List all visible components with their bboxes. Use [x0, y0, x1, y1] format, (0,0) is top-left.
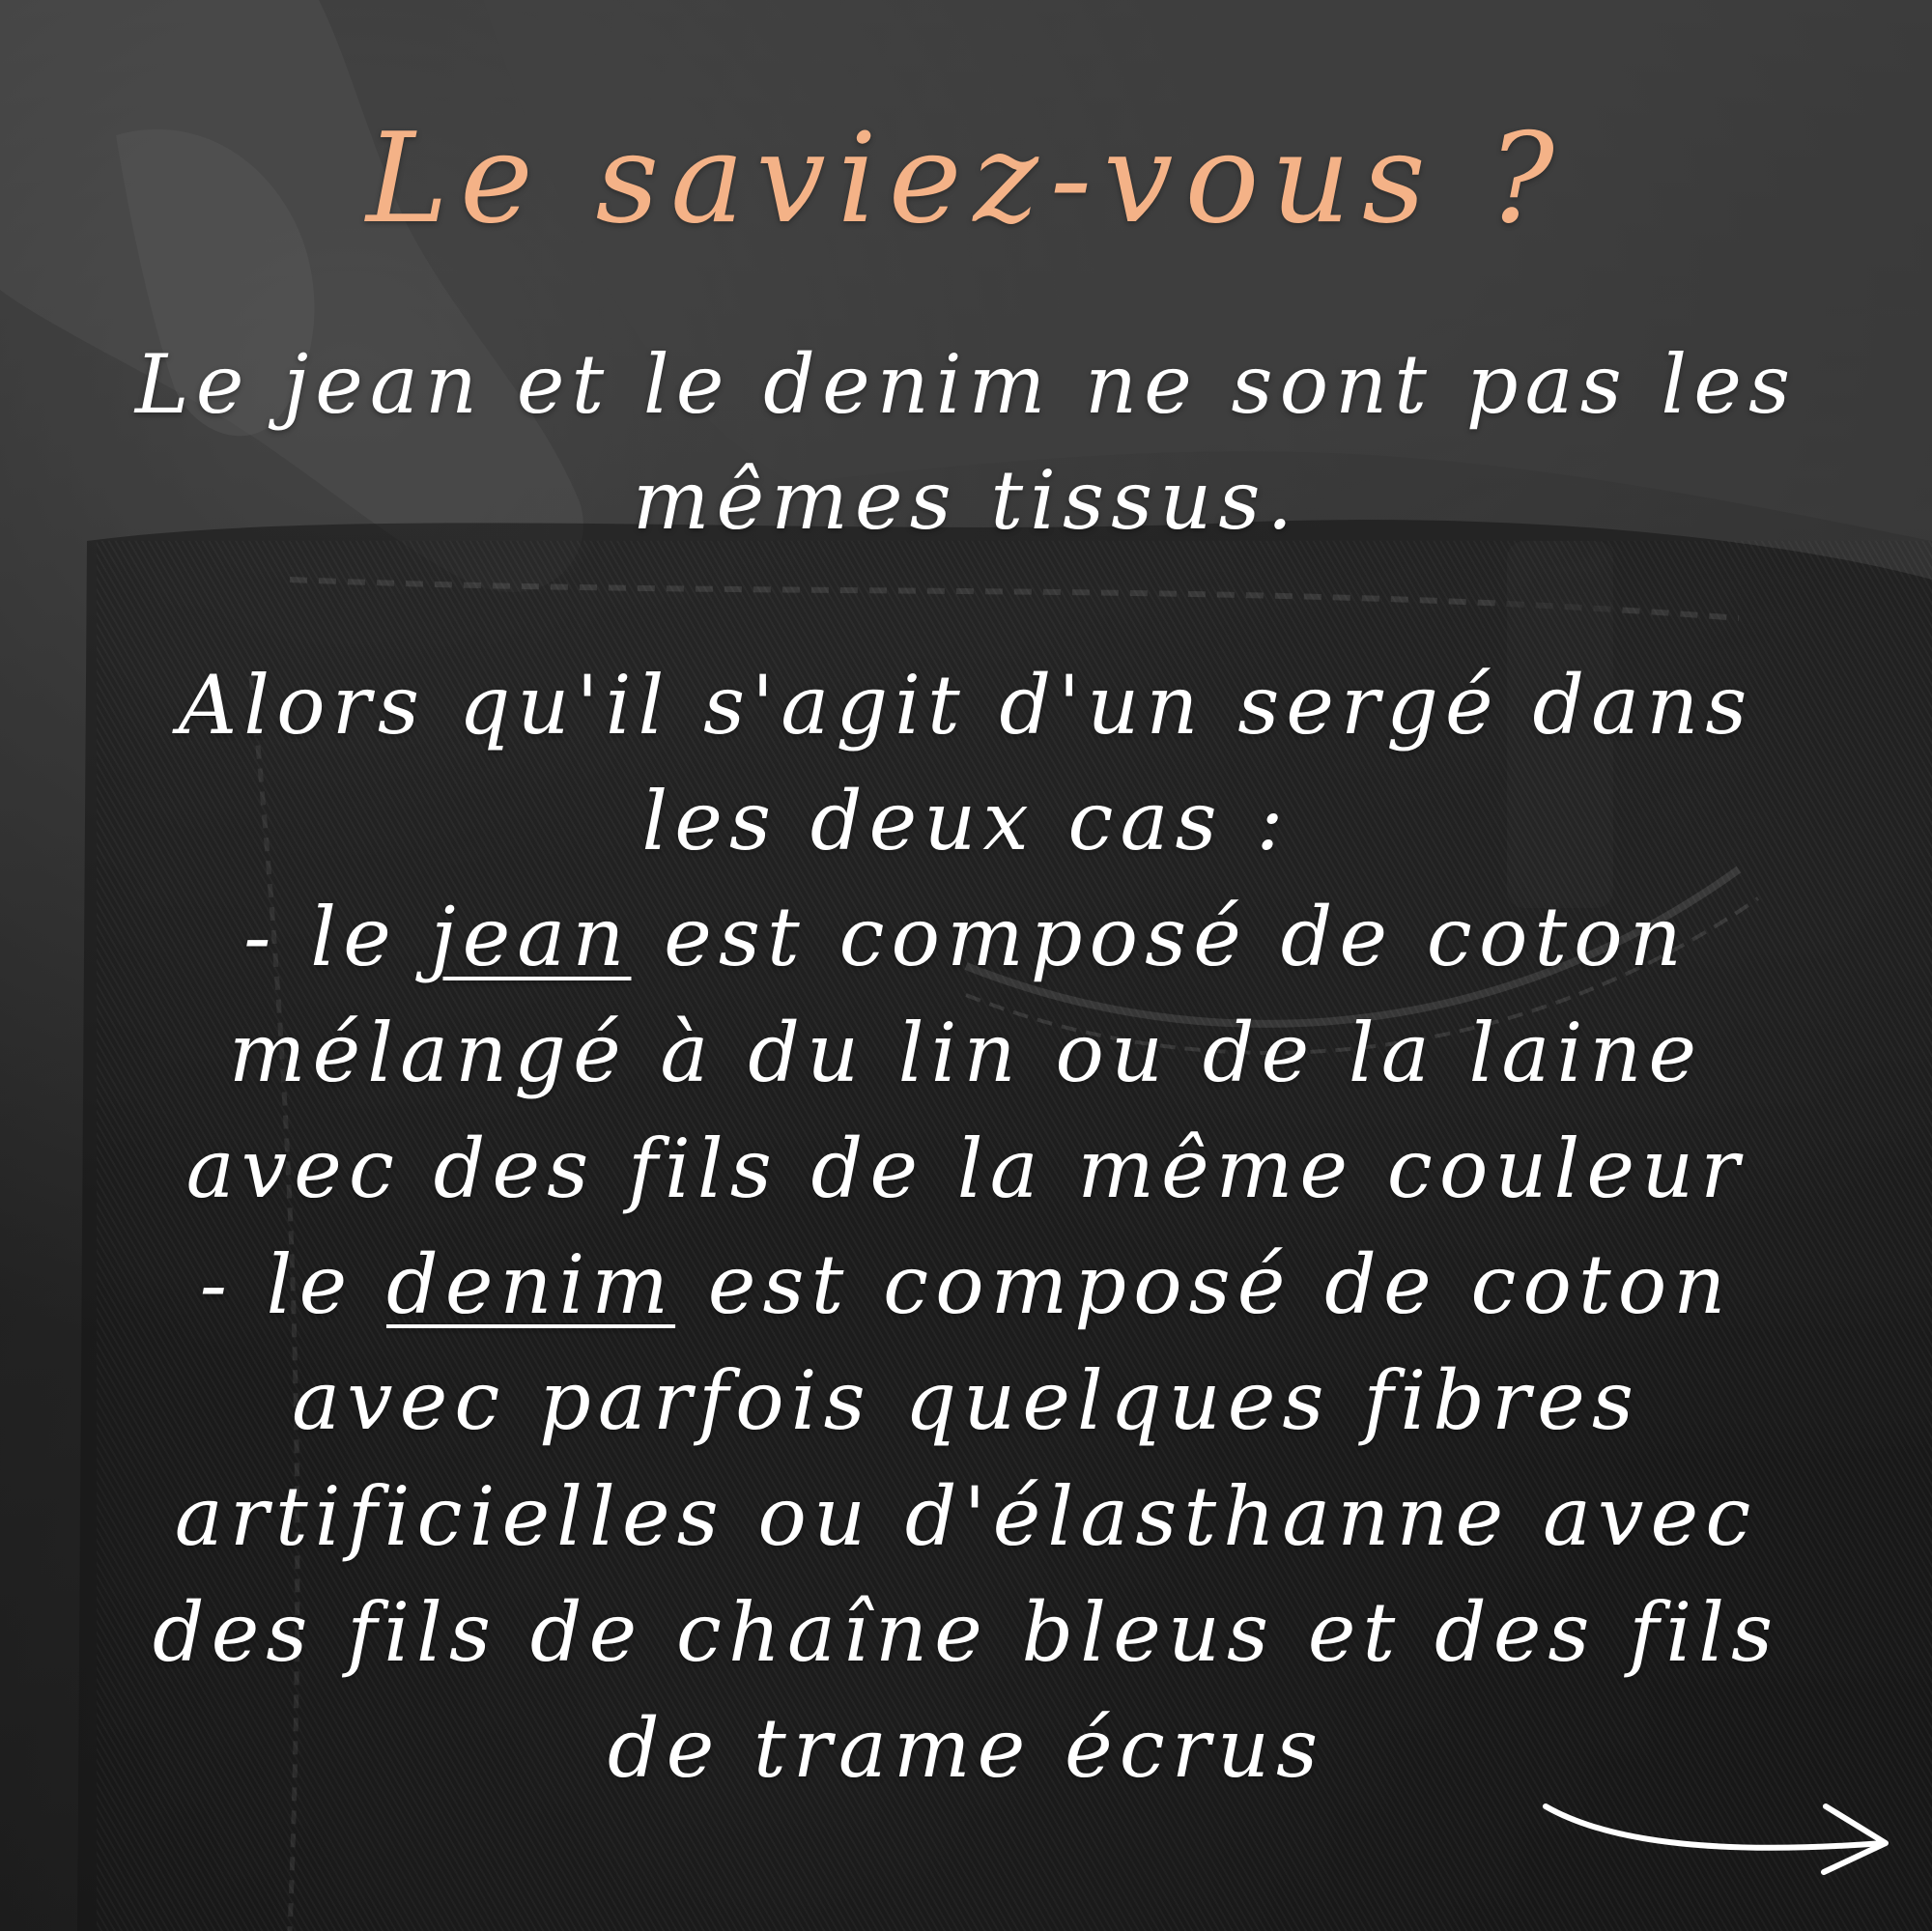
jean-suffix: est composé de coton	[631, 890, 1689, 984]
denim-prefix: - le	[199, 1237, 386, 1332]
jean-bullet: - le jean est composé de coton	[29, 879, 1903, 995]
post-title: Le saviez-vous ?	[366, 107, 1566, 251]
post-card: Le saviez-vous ? Le jean et le denim ne …	[0, 0, 1932, 1931]
detail-line: les deux cas :	[641, 774, 1291, 868]
denim-line: artificielles ou d'élasthanne avec	[174, 1469, 1758, 1564]
denim-keyword: denim	[385, 1237, 676, 1332]
intro-line: Le jean et le denim ne sont pas les	[134, 337, 1798, 432]
intro-line: mêmes tissus.	[632, 453, 1300, 548]
denim-suffix: est composé de coton	[675, 1237, 1733, 1332]
denim-bullet: - le denim est composé de coton	[29, 1227, 1903, 1343]
jean-line: avec des fils de la même couleur	[185, 1122, 1747, 1216]
arrow-right-icon[interactable]	[1536, 1768, 1903, 1884]
intro-text: Le jean et le denim ne sont pas les même…	[29, 327, 1903, 558]
jean-line: mélangé à du lin ou de la laine	[228, 1006, 1704, 1100]
denim-line: avec parfois quelques fibres	[292, 1353, 1640, 1448]
jean-prefix: - le	[243, 890, 431, 984]
denim-line: des fils de chaîne bleus et des fils	[152, 1585, 1780, 1680]
jean-keyword: jean	[430, 890, 632, 984]
detail-line: Alors qu'il s'agit d'un sergé dans	[178, 658, 1754, 753]
detail-text: Alors qu'il s'agit d'un sergé dans les d…	[29, 647, 1903, 1806]
